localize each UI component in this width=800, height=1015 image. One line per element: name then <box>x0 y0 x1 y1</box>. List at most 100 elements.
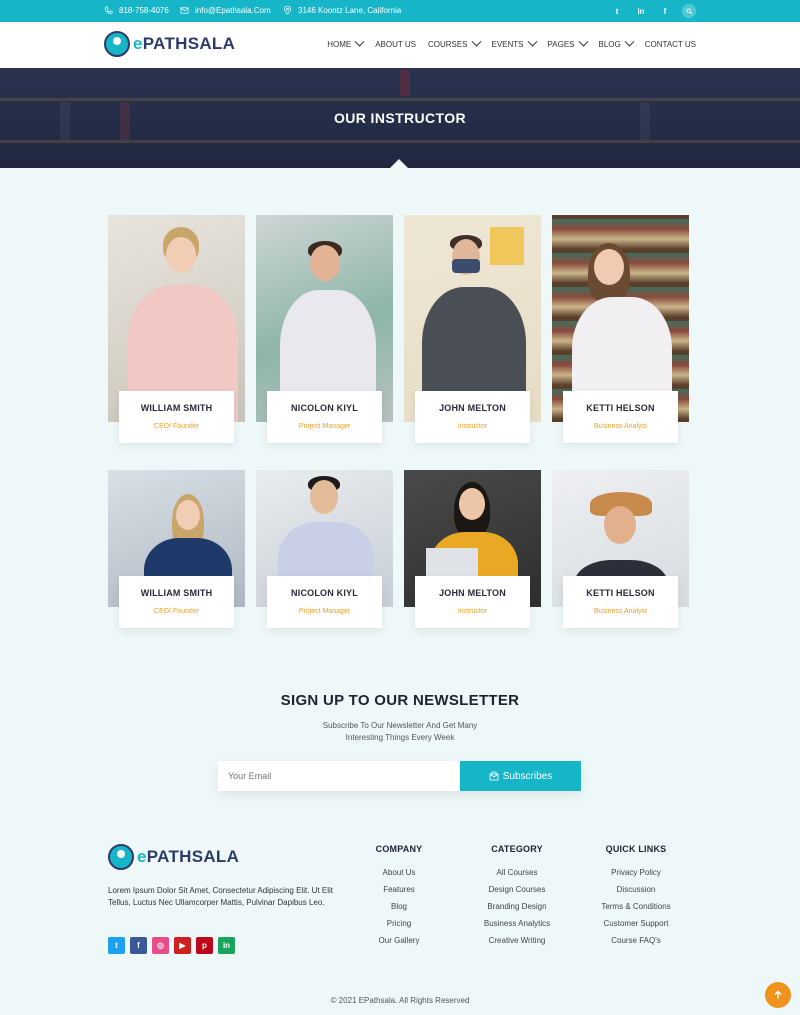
chevron-down-icon <box>471 36 481 47</box>
instructor-name: KETTI HELSON <box>586 588 655 598</box>
footer-link[interactable]: Customer Support <box>581 915 691 932</box>
search-icon[interactable] <box>682 4 696 18</box>
instructor-role: CEO/ Founder <box>153 608 200 615</box>
footer-link[interactable]: Business Analytics <box>462 915 572 932</box>
instructor-name: WILLIAM SMITH <box>140 403 213 413</box>
footer-link[interactable]: Branding Design <box>462 898 572 915</box>
instructor-role: Instructor <box>457 608 488 615</box>
footer-link[interactable]: Blog <box>344 898 454 915</box>
newsletter-subtitle: Subscribe To Our Newsletter And Get Many… <box>0 720 800 744</box>
instructor-info: JOHN MELTON Instructor <box>415 391 530 443</box>
instructor-name: NICOLON KIYL <box>291 403 358 413</box>
instructor-name: NICOLON KIYL <box>291 588 358 598</box>
site-logo[interactable]: ePATHSALA <box>104 31 235 57</box>
scroll-to-top-button[interactable] <box>765 982 791 1008</box>
footer-logo[interactable]: ePATHSALA <box>108 844 239 870</box>
address-info: 3146 Koontz Lane, California <box>283 6 401 15</box>
footer-column-company: COMPANY About Us Features Blog Pricing O… <box>344 844 454 949</box>
footer-link[interactable]: Terms & Conditions <box>581 898 691 915</box>
instructor-info: NICOLON KIYL Project Manager <box>267 391 382 443</box>
nav-label: EVENTS <box>491 40 524 49</box>
email-text: info@Epathsala.Com <box>195 6 271 15</box>
hero-notch <box>389 159 409 169</box>
footer-column-title: COMPANY <box>375 844 423 854</box>
subscribe-button[interactable]: Subscribes <box>460 761 581 791</box>
dribbble-icon[interactable]: ◎ <box>152 937 169 954</box>
nav-pages[interactable]: PAGES <box>548 36 588 49</box>
instructor-role: Project Manager <box>298 608 351 615</box>
chevron-down-icon <box>578 36 588 47</box>
newsletter-subtitle-line: Interesting Things Every Week <box>345 733 455 742</box>
footer-column-quick-links: QUICK LINKS Privacy Policy Discussion Te… <box>581 844 691 949</box>
youtube-icon[interactable]: ▶ <box>174 937 191 954</box>
instructor-name: KETTI HELSON <box>586 403 655 413</box>
instructor-role: CEO/ Founder <box>153 423 200 430</box>
copyright-text: © 2021 EPathsala. All Rights Reserved <box>330 996 470 1005</box>
twitter-icon[interactable]: t <box>108 937 125 954</box>
footer-social-links: t f ◎ ▶ p in <box>108 937 235 954</box>
logo-text: ePATHSALA <box>133 34 235 54</box>
book-decor <box>400 70 410 96</box>
email-info[interactable]: info@Epathsala.Com <box>180 6 271 15</box>
newsletter-title: SIGN UP TO OUR NEWSLETTER <box>280 692 520 709</box>
nav-label: HOME <box>327 40 352 49</box>
chevron-down-icon <box>527 36 537 47</box>
footer-link[interactable]: Our Gallery <box>344 932 454 949</box>
logo-name: PATHSALA <box>142 34 236 53</box>
logo-name: PATHSALA <box>146 847 240 866</box>
nav-contact-us[interactable]: CONTACT US <box>645 40 696 49</box>
instructor-role: Business Analyst <box>594 608 647 615</box>
twitter-icon[interactable]: t <box>610 4 624 18</box>
footer-link[interactable]: Pricing <box>344 915 454 932</box>
phone-info[interactable]: 818-758-4076 <box>104 6 169 15</box>
nav-label: ABOUT US <box>375 40 416 49</box>
subscribe-icon <box>489 771 499 781</box>
logo-text: ePATHSALA <box>137 847 239 867</box>
instructor-name: JOHN MELTON <box>439 588 506 598</box>
nav-label: CONTACT US <box>644 40 696 49</box>
logo-prefix: e <box>133 34 143 53</box>
instructor-info: JOHN MELTON Instructor <box>415 576 530 628</box>
chevron-down-icon <box>354 36 365 47</box>
email-input[interactable] <box>218 761 460 791</box>
facebook-icon[interactable]: f <box>658 4 672 18</box>
page-hero-banner: OUR INSTRUCTOR <box>0 68 800 168</box>
address-text: 3146 Koontz Lane, California <box>298 6 402 15</box>
page-title: OUR INSTRUCTOR <box>333 110 467 126</box>
instructor-name: WILLIAM SMITH <box>140 588 213 598</box>
footer-link[interactable]: Discussion <box>581 881 691 898</box>
footer-link[interactable]: Design Courses <box>462 881 572 898</box>
nav-home[interactable]: HOME <box>327 36 365 49</box>
footer-link[interactable]: Course FAQ's <box>581 932 691 949</box>
footer-link[interactable]: Features <box>344 881 454 898</box>
instructor-info: WILLIAM SMITH CEO/ Founder <box>119 391 234 443</box>
linkedin-icon[interactable]: in <box>218 937 235 954</box>
linkedin-icon[interactable]: in <box>634 4 648 18</box>
footer-link[interactable]: About Us <box>344 864 454 881</box>
nav-courses[interactable]: COURSES <box>427 36 481 49</box>
footer-link[interactable]: Privacy Policy <box>581 864 691 881</box>
footer-column-title: CATEGORY <box>491 844 543 854</box>
main-nav: HOME ABOUT US COURSES EVENTS PAGES BLOG … <box>327 36 696 49</box>
nav-blog[interactable]: BLOG <box>599 36 635 49</box>
top-social-links: t in f <box>610 4 696 18</box>
footer-link[interactable]: Creative Writing <box>462 932 572 949</box>
subscribe-label: Subscribes <box>502 770 553 782</box>
facebook-icon[interactable]: f <box>130 937 147 954</box>
mail-icon <box>180 7 189 14</box>
nav-label: COURSES <box>427 40 468 49</box>
instructor-info: NICOLON KIYL Project Manager <box>267 576 382 628</box>
instructor-info: WILLIAM SMITH CEO/ Founder <box>119 576 234 628</box>
logo-emblem-icon <box>104 31 130 57</box>
nav-about-us[interactable]: ABOUT US <box>375 40 416 49</box>
pinterest-icon[interactable]: p <box>196 937 213 954</box>
shelf-decor <box>0 140 800 143</box>
footer-link[interactable]: All Courses <box>462 864 572 881</box>
shelf-decor <box>0 98 800 101</box>
nav-events[interactable]: EVENTS <box>491 36 537 49</box>
main-header: ePATHSALA HOME ABOUT US COURSES EVENTS P… <box>0 22 800 68</box>
newsletter-subtitle-line: Subscribe To Our Newsletter And Get Many <box>322 721 478 730</box>
instructor-name: JOHN MELTON <box>439 403 506 413</box>
logo-emblem-icon <box>108 844 134 870</box>
chevron-down-icon <box>624 36 635 47</box>
